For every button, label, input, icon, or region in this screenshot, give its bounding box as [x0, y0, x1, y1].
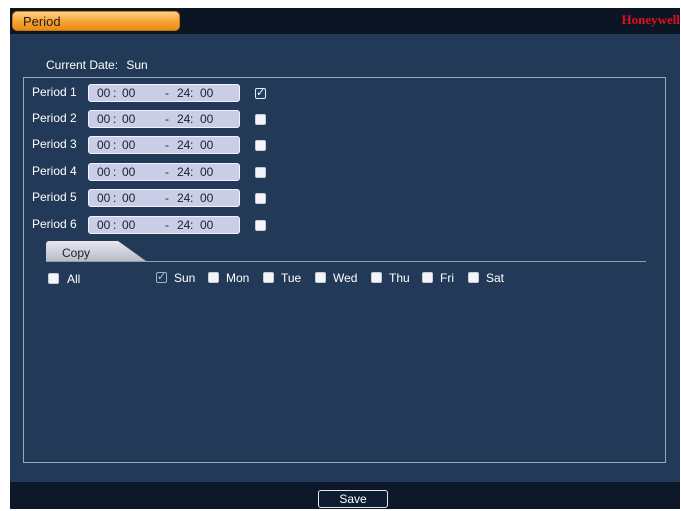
all-checkbox[interactable]	[48, 273, 59, 284]
start-hour[interactable]: 00	[97, 191, 110, 205]
start-minute[interactable]: 00	[122, 191, 135, 205]
end-minute[interactable]: 00	[200, 165, 213, 179]
end-hour[interactable]: 24	[177, 218, 190, 232]
start-hour[interactable]: 00	[97, 138, 110, 152]
time-dash: -	[165, 165, 169, 179]
period-time-field[interactable]: 00:00-24:00	[88, 216, 240, 234]
time-dash: -	[165, 191, 169, 205]
period-label: Period 1	[32, 85, 77, 99]
period-panel	[23, 77, 666, 463]
period-label: Period 3	[32, 137, 77, 151]
period-label: Period 4	[32, 164, 77, 178]
period-label: Period 2	[32, 111, 77, 125]
period-enable-checkbox[interactable]	[255, 167, 266, 178]
day-checkbox-mon[interactable]	[208, 272, 219, 283]
end-hour[interactable]: 24	[177, 138, 190, 152]
start-hour[interactable]: 00	[97, 165, 110, 179]
title-tab: Period	[12, 11, 180, 31]
end-hour[interactable]: 24	[177, 191, 190, 205]
day-label-sat: Sat	[486, 271, 505, 285]
time-dash: -	[165, 112, 169, 126]
end-minute[interactable]: 00	[200, 86, 213, 100]
time-dash: -	[165, 86, 169, 100]
time-colon: :	[113, 218, 117, 232]
day-label-sun: Sun	[174, 271, 196, 285]
start-minute[interactable]: 00	[122, 112, 135, 126]
start-minute[interactable]: 00	[122, 138, 135, 152]
period-enable-checkbox[interactable]	[255, 220, 266, 231]
day-checkbox-fri[interactable]	[422, 272, 433, 283]
period-time-field[interactable]: 00:00-24:00	[88, 136, 240, 154]
day-checkbox-wed[interactable]	[315, 272, 326, 283]
current-date-label: Current Date:	[46, 58, 119, 72]
period-label: Period 6	[32, 217, 77, 231]
period-enable-checkbox[interactable]	[255, 193, 266, 204]
time-colon: :	[113, 138, 117, 152]
start-minute[interactable]: 00	[122, 165, 135, 179]
window-title: Period	[23, 14, 61, 29]
end-minute[interactable]: 00	[200, 218, 213, 232]
start-minute[interactable]: 00	[122, 218, 135, 232]
copy-divider	[46, 261, 646, 262]
current-date-value: Sun	[126, 58, 148, 72]
time-colon: :	[113, 112, 117, 126]
day-label-fri: Fri	[440, 271, 454, 285]
time-colon: :	[190, 112, 194, 126]
period-enable-checkbox[interactable]	[255, 114, 266, 125]
day-label-wed: Wed	[333, 271, 358, 285]
end-hour[interactable]: 24	[177, 86, 190, 100]
day-checkbox-sun[interactable]	[156, 270, 167, 283]
all-label: All	[67, 272, 81, 286]
title-bar: Period Honeywell	[10, 8, 680, 34]
period-enable-checkbox[interactable]	[255, 140, 266, 151]
time-dash: -	[165, 218, 169, 232]
end-hour[interactable]: 24	[177, 112, 190, 126]
time-colon: :	[113, 191, 117, 205]
time-colon: :	[190, 165, 194, 179]
end-minute[interactable]: 00	[200, 138, 213, 152]
time-colon: :	[190, 218, 194, 232]
time-colon: :	[190, 86, 194, 100]
time-colon: :	[113, 165, 117, 179]
brand-logo: Honeywell	[621, 12, 681, 27]
end-minute[interactable]: 00	[200, 191, 213, 205]
end-minute[interactable]: 00	[200, 112, 213, 126]
end-hour[interactable]: 24	[177, 165, 190, 179]
period-enable-checkbox[interactable]	[255, 86, 266, 99]
start-minute[interactable]: 00	[122, 86, 135, 100]
start-hour[interactable]: 00	[97, 218, 110, 232]
time-dash: -	[165, 138, 169, 152]
day-checkbox-thu[interactable]	[371, 272, 382, 283]
period-time-field[interactable]: 00:00-24:00	[88, 110, 240, 128]
period-time-field[interactable]: 00:00-24:00	[88, 189, 240, 207]
period-time-field[interactable]: 00:00-24:00	[88, 84, 240, 102]
current-date: Current Date: Sun	[46, 58, 153, 72]
day-label-thu: Thu	[389, 271, 410, 285]
copy-tab-label: Copy	[62, 246, 91, 260]
period-label: Period 5	[32, 190, 77, 204]
start-hour[interactable]: 00	[97, 112, 110, 126]
period-dialog: Period Honeywell Current Date: Sun Perio…	[10, 8, 680, 509]
day-checkbox-tue[interactable]	[263, 272, 274, 283]
day-label-tue: Tue	[281, 271, 302, 285]
time-colon: :	[190, 138, 194, 152]
day-checkbox-sat[interactable]	[468, 272, 479, 283]
day-label-mon: Mon	[226, 271, 250, 285]
start-hour[interactable]: 00	[97, 86, 110, 100]
save-button[interactable]: Save	[318, 490, 388, 508]
time-colon: :	[190, 191, 194, 205]
time-colon: :	[113, 86, 117, 100]
period-time-field[interactable]: 00:00-24:00	[88, 163, 240, 181]
